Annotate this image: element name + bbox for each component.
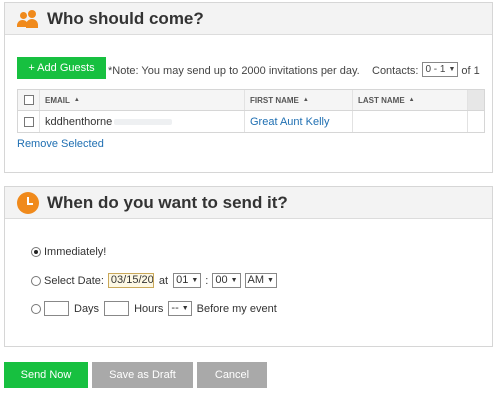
select-all-checkbox[interactable] [23, 95, 34, 105]
ampm-select[interactable]: AM ▼ [244, 273, 277, 288]
chevron-down-icon: ▼ [181, 305, 189, 312]
remove-selected-link[interactable]: Remove Selected [17, 138, 104, 150]
option-immediately[interactable]: Immediately! [31, 246, 106, 258]
before-event-label: Before my event [196, 302, 277, 315]
option-before-event: Days Hours -- ▼ Before my event [31, 301, 282, 316]
contacts-range-value: 0 - 1 [425, 64, 446, 75]
chevron-down-icon: ▼ [191, 277, 199, 284]
row-checkbox[interactable] [23, 116, 34, 127]
guests-panel-title: Who should come? [47, 8, 204, 28]
guest-last-name [353, 111, 468, 132]
add-guests-button[interactable]: + Add Guests [17, 57, 106, 79]
before-unit-select[interactable]: -- ▼ [168, 301, 192, 316]
column-header-email[interactable]: EMAIL ▲ [40, 90, 245, 110]
days-input[interactable] [44, 301, 69, 316]
guests-panel: Who should come? + Add Guests *Note: You… [4, 2, 493, 173]
contacts-total: of 1 [461, 65, 480, 77]
before-event-radio[interactable] [31, 303, 41, 314]
date-input[interactable]: 03/15/201 [107, 273, 154, 288]
cancel-button[interactable]: Cancel [197, 362, 267, 388]
hours-input[interactable] [104, 301, 130, 316]
at-label: at [158, 274, 169, 287]
select-date-label: Select Date: [44, 274, 104, 287]
send-now-button[interactable]: Send Now [4, 362, 88, 388]
guests-table: EMAIL ▲ FIRST NAME ▲ LAST NAME ▲ kddhenthor… [17, 89, 485, 133]
save-draft-button[interactable]: Save as Draft [92, 362, 193, 388]
days-label: Days [74, 302, 100, 315]
contacts-range-select[interactable]: 0 - 1 ▼ [422, 62, 459, 77]
hour-select[interactable]: 01 ▼ [173, 273, 202, 288]
immediately-label: Immediately! [44, 246, 107, 258]
immediately-radio[interactable] [31, 247, 41, 257]
minute-select[interactable]: 00 ▼ [212, 273, 241, 288]
sort-asc-icon: ▲ [73, 97, 80, 103]
invitation-limit-note: *Note: You may send up to 2000 invitatio… [108, 65, 360, 77]
people-icon [17, 9, 39, 28]
scrollbar-header [468, 90, 484, 110]
sort-asc-icon: ▲ [408, 97, 415, 103]
time-separator: : [205, 274, 209, 287]
guest-first-name[interactable]: Great Aunt Kelly [245, 111, 353, 132]
contacts-pager: Contacts: 0 - 1 ▼ of 1 [372, 62, 480, 77]
chevron-down-icon: ▼ [448, 66, 456, 73]
hours-label: Hours [134, 302, 164, 315]
table-row[interactable]: kddhenthorne Great Aunt Kelly [18, 111, 484, 132]
clock-icon [17, 191, 39, 214]
chevron-down-icon: ▼ [230, 277, 238, 284]
option-select-date: Select Date: 03/15/201 at 01 ▼ : 00 ▼ AM… [31, 273, 277, 288]
column-header-last-name[interactable]: LAST NAME ▲ [353, 90, 468, 110]
guests-panel-header: Who should come? [5, 3, 492, 35]
contacts-label: Contacts: [372, 65, 419, 77]
guest-email: kddhenthorne [40, 111, 245, 132]
chevron-down-icon: ▼ [267, 277, 274, 284]
schedule-panel-header: When do you want to send it? [5, 187, 492, 219]
select-date-radio[interactable] [31, 275, 41, 286]
schedule-panel: When do you want to send it? Immediately… [4, 186, 493, 347]
schedule-panel-title: When do you want to send it? [47, 192, 288, 212]
redacted-email-domain [114, 118, 173, 125]
column-header-first-name[interactable]: FIRST NAME ▲ [245, 90, 353, 110]
sort-asc-icon: ▲ [302, 97, 309, 103]
table-header-row: EMAIL ▲ FIRST NAME ▲ LAST NAME ▲ [18, 90, 484, 111]
